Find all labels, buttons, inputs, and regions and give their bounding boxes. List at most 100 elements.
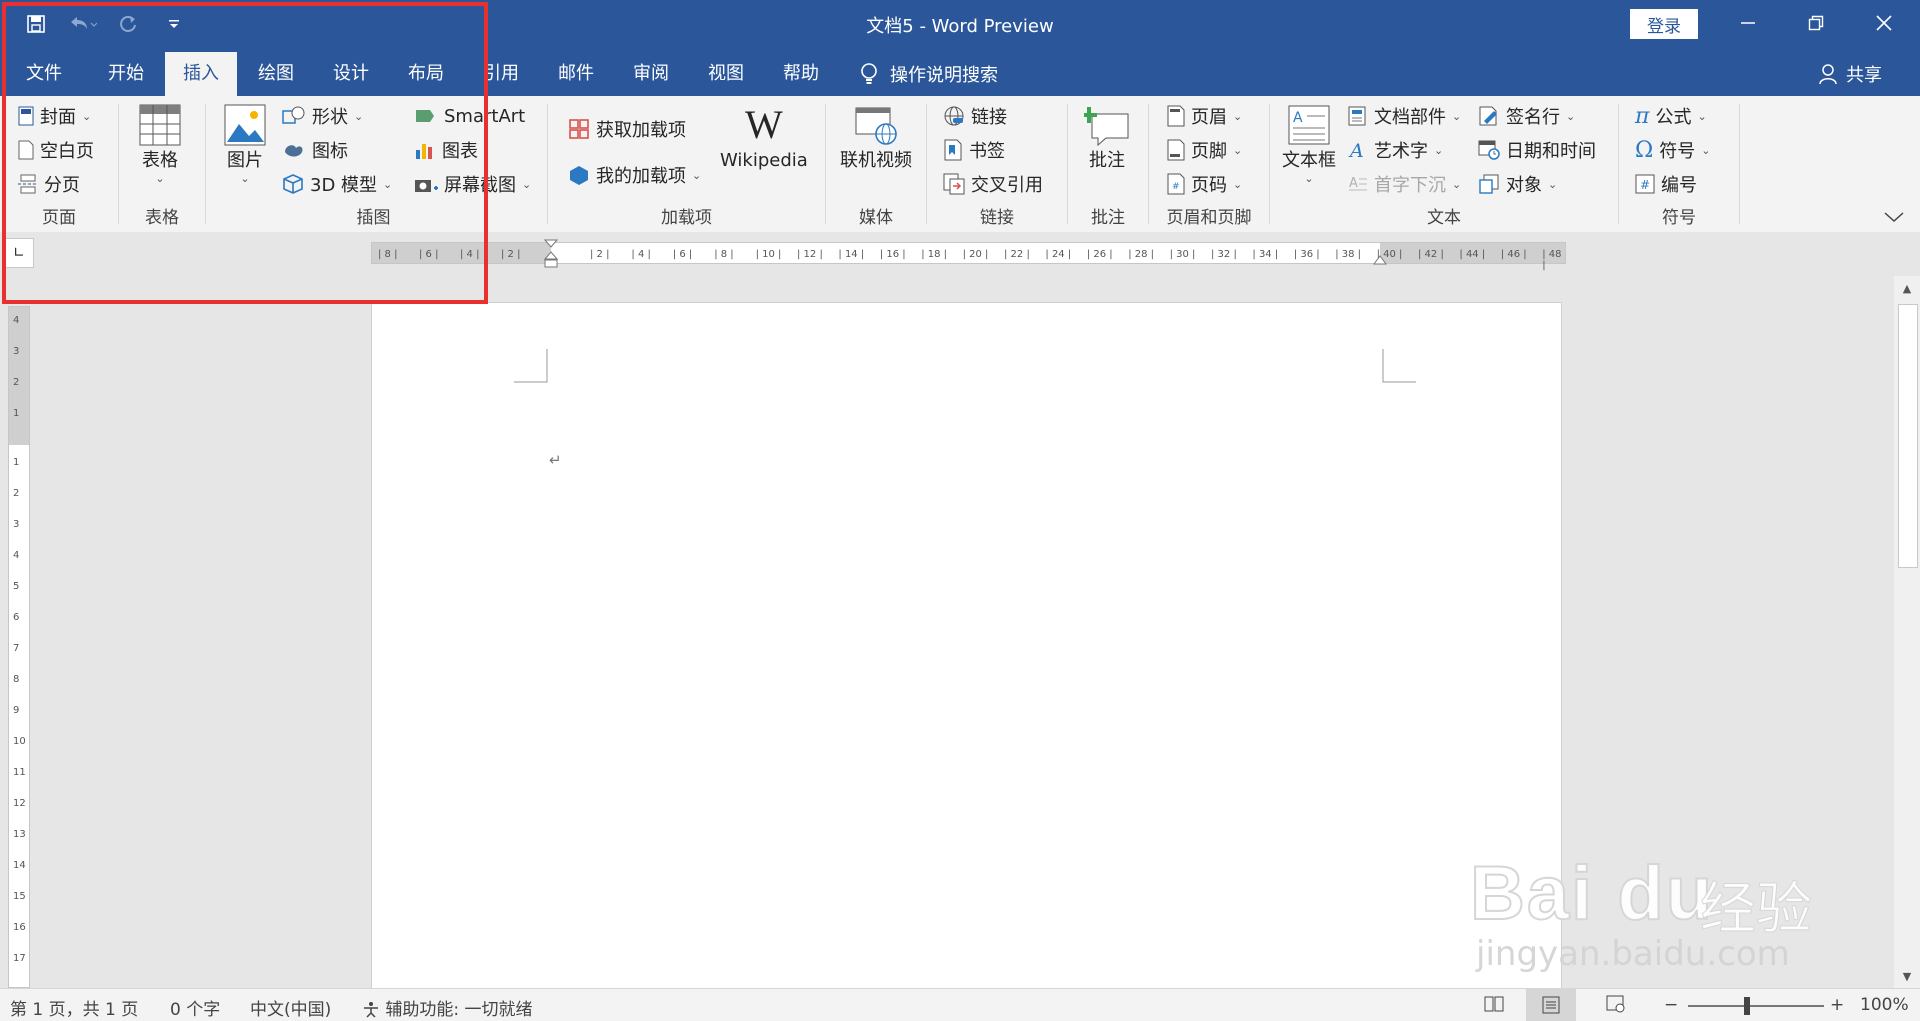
web-layout-icon[interactable] (1606, 995, 1626, 1018)
scroll-thumb[interactable] (1898, 304, 1918, 568)
accessibility-status[interactable]: 辅助功能: 一切就绪 (362, 995, 533, 1020)
date-time-button[interactable]: 日期和时间 (1478, 135, 1596, 165)
symbol-button[interactable]: Ω 符号 ⌄ (1635, 135, 1710, 165)
ruler-tick-label: | 12 | (797, 249, 823, 260)
close-icon[interactable] (1854, 0, 1914, 46)
drop-cap-button[interactable]: A 首字下沉 ⌄ (1348, 169, 1461, 199)
vertical-ruler-tick-label: 16 (13, 922, 26, 933)
tab-review[interactable]: 审阅 (615, 52, 687, 96)
zoom-level[interactable]: 100% (1860, 995, 1909, 1015)
zoom-in-button[interactable]: + (1830, 995, 1844, 1015)
group-links-label: 链接 (980, 208, 1014, 228)
vertical-ruler-tick-label: 1 (13, 457, 20, 468)
signature-icon (1479, 106, 1497, 126)
document-page[interactable]: ↵ (371, 302, 1562, 990)
page-number-icon: # (1167, 173, 1185, 195)
vertical-ruler-tick-label: 3 (13, 346, 20, 357)
indent-marker[interactable] (544, 239, 558, 269)
margin-corner-right (1382, 349, 1416, 383)
group-comments-label: 批注 (1091, 208, 1125, 228)
comment-icon (1084, 107, 1129, 146)
page-number-button[interactable]: # 页码 ⌄ (1167, 169, 1242, 199)
ruler-tick-label: | 6 | (672, 249, 693, 260)
vertical-ruler-tick-label: 6 (13, 612, 20, 623)
login-button[interactable]: 登录 (1630, 9, 1698, 39)
restore-icon[interactable] (1786, 0, 1846, 46)
wordart-button[interactable]: A 艺术字 ⌄ (1348, 135, 1443, 165)
ruler-tick-label: | 22 | (1004, 249, 1030, 260)
scroll-down-icon[interactable]: ▼ (1894, 964, 1920, 988)
right-indent-marker[interactable] (1373, 252, 1387, 266)
tab-help[interactable]: 帮助 (765, 52, 837, 96)
page-count[interactable]: 第 1 页，共 1 页 (10, 995, 138, 1020)
text-box-icon: A (1288, 105, 1330, 145)
group-text: A 文本框 ⌄ 文档部件 ⌄ A 艺术字 ⌄ A 首字下沉 ⌄ 签名行 ⌄ 日期和时间 … (1270, 96, 1618, 232)
svg-text:#: # (1172, 182, 1180, 192)
group-addins-label: 加载项 (661, 208, 712, 228)
minimize-icon[interactable] (1718, 0, 1778, 46)
tell-me-label: 操作说明搜索 (890, 65, 998, 86)
tab-view[interactable]: 视图 (690, 52, 762, 96)
wordart-icon: A (1348, 140, 1364, 161)
footer-button[interactable]: 页脚 ⌄ (1167, 135, 1242, 165)
cross-reference-icon (943, 173, 965, 195)
share-button[interactable]: 共享 (1818, 52, 1882, 96)
svg-text:A: A (1293, 110, 1303, 126)
wikipedia-icon: W (745, 102, 783, 147)
wikipedia-button[interactable]: W Wikipedia (720, 104, 808, 172)
bookmark-icon (944, 139, 962, 161)
margin-corner-left (514, 349, 548, 383)
lightbulb-icon (861, 63, 877, 84)
link-button[interactable]: 链接 (943, 101, 1007, 131)
ruler-tick-label: | 32 | (1211, 249, 1237, 260)
tell-me-search[interactable]: 操作说明搜索 (860, 52, 998, 96)
group-separator (1739, 104, 1740, 224)
zoom-slider[interactable] (1688, 1005, 1824, 1007)
watermark-logo: Bai du (1469, 850, 1715, 937)
get-addins-button[interactable]: 获取加载项 (568, 114, 686, 144)
zoom-out-button[interactable]: − (1664, 995, 1678, 1015)
print-layout-icon[interactable] (1526, 989, 1576, 1021)
ruler-tick-label: | 10 | (755, 249, 782, 260)
ruler-tick-label: | 34 | (1252, 249, 1279, 260)
svg-text:A: A (1348, 140, 1364, 161)
collapse-ribbon-icon[interactable] (1884, 208, 1904, 227)
read-mode-icon[interactable] (1484, 995, 1504, 1018)
group-comments: 批注 批注 (1068, 96, 1148, 232)
store-icon (569, 119, 589, 139)
scroll-up-icon[interactable]: ▲ (1894, 276, 1920, 300)
link-icon (944, 106, 964, 126)
ruler-tick-label: | 44 | (1459, 249, 1486, 260)
watermark-url: jingyan.baidu.com (1476, 934, 1790, 974)
text-box-button[interactable]: A 文本框 ⌄ (1282, 104, 1336, 185)
group-header-footer: 页眉 ⌄ 页脚 ⌄ # 页码 ⌄ 页眉和页脚 (1149, 96, 1269, 232)
ruler-tick-label: | 16 | (879, 249, 906, 260)
header-button[interactable]: 页眉 ⌄ (1167, 101, 1242, 131)
vertical-ruler-tick-label: 5 (13, 581, 20, 592)
quick-parts-button[interactable]: 文档部件 ⌄ (1348, 101, 1461, 131)
vertical-ruler-tick-label: 1 (13, 408, 20, 419)
svg-text:#: # (1640, 178, 1650, 192)
equation-button[interactable]: π 公式 ⌄ (1635, 101, 1707, 131)
object-button[interactable]: 对象 ⌄ (1478, 169, 1557, 199)
language-status[interactable]: 中文(中国) (250, 995, 331, 1020)
zoom-slider-thumb[interactable] (1744, 997, 1750, 1015)
bookmark-button[interactable]: 书签 (943, 135, 1005, 165)
vertical-ruler-tick-label: 12 (13, 798, 26, 809)
signature-line-button[interactable]: 签名行 ⌄ (1478, 101, 1575, 131)
vertical-ruler-tick-label: 9 (13, 705, 20, 716)
top-margin-area (9, 307, 29, 445)
my-addins-button[interactable]: 我的加载项 ⌄ (568, 160, 701, 190)
share-label: 共享 (1846, 65, 1882, 86)
number-button[interactable]: # 编号 (1635, 169, 1697, 199)
tab-mailings[interactable]: 邮件 (540, 52, 612, 96)
word-count[interactable]: 0 个字 (170, 995, 220, 1020)
pi-icon: π (1635, 103, 1650, 129)
horizontal-ruler[interactable]: | 8 | | 6 | | 4 | | 2 | | 2 | | 4 | | 6 | | 8 |… (371, 239, 1566, 271)
vertical-ruler[interactable]: 4 3 2 1 1 2 3 4 5 6 7 8 9 10 11 12 13 14 15 16 17 (8, 306, 30, 988)
online-video-button[interactable]: 联机视频 (840, 104, 912, 172)
vertical-scrollbar[interactable]: ▲ ▼ (1894, 276, 1920, 988)
vertical-ruler-tick-label: 8 (13, 674, 20, 685)
new-comment-button[interactable]: 批注 (1084, 104, 1130, 172)
cross-reference-button[interactable]: 交叉引用 (943, 169, 1043, 199)
